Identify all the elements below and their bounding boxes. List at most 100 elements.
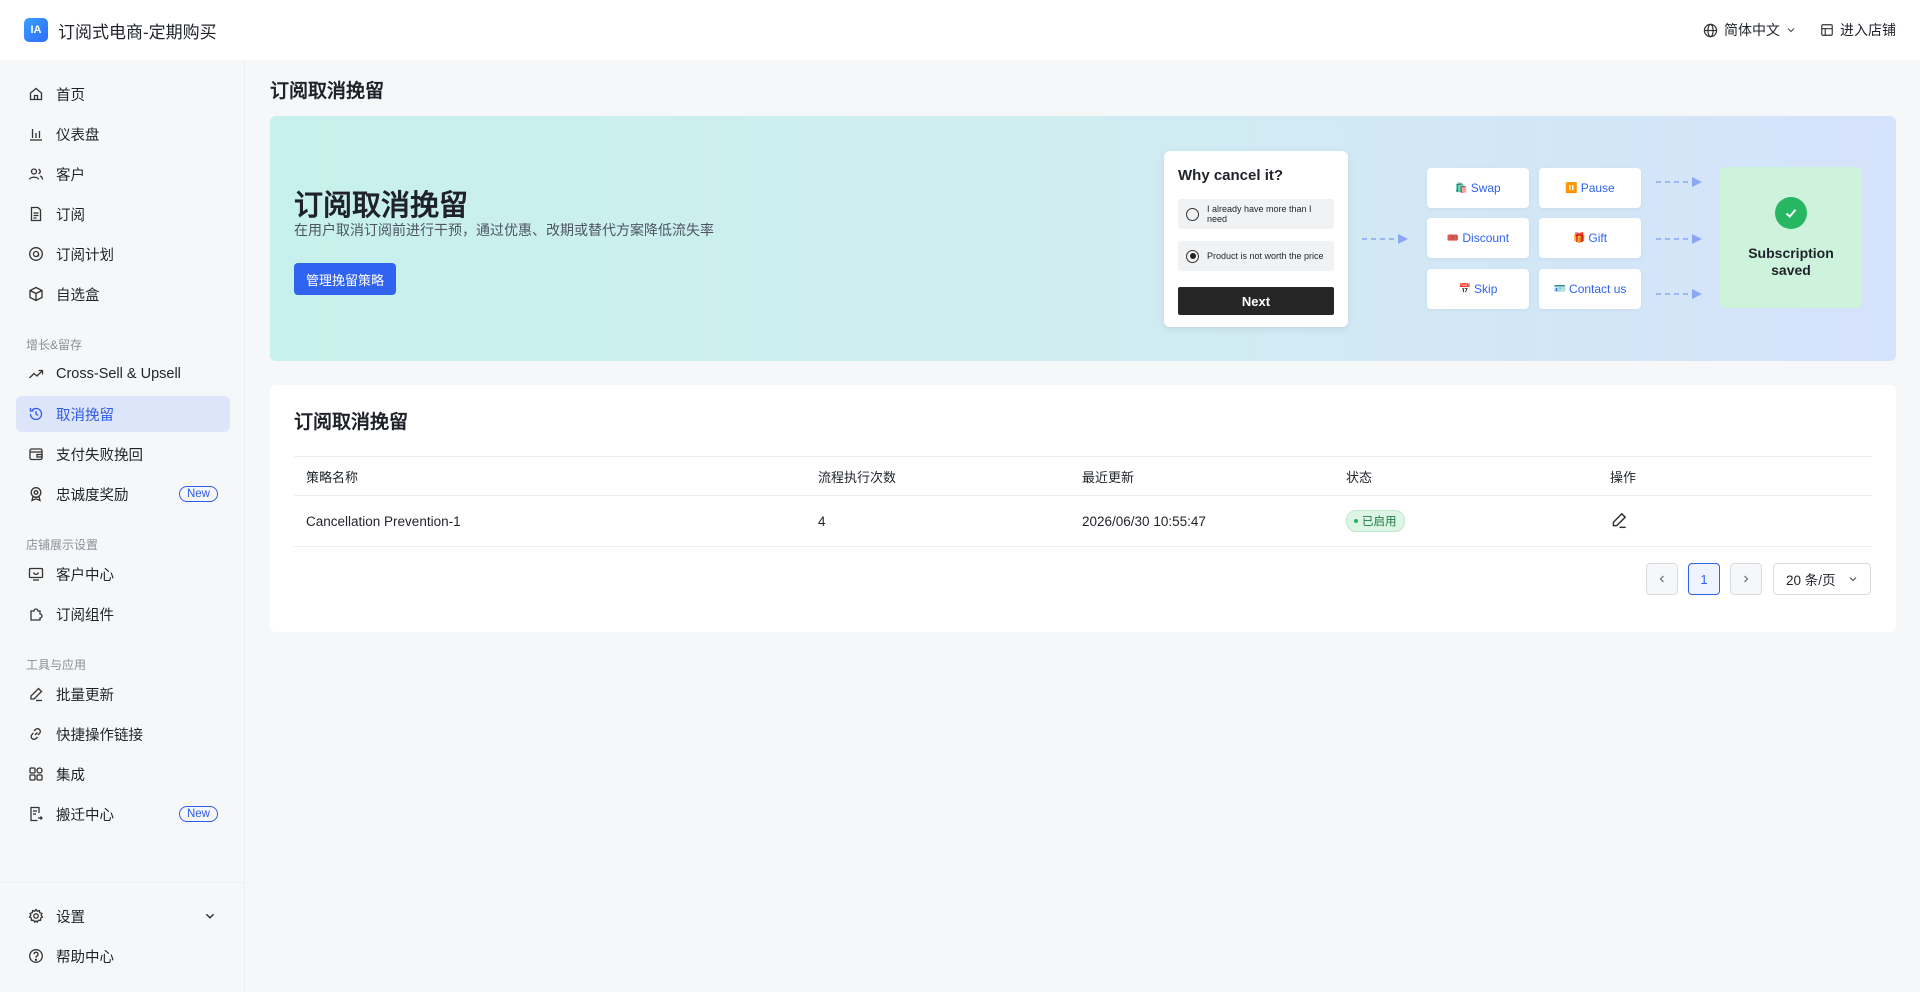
sidebar-item-integrations[interactable]: 集成	[16, 756, 230, 792]
survey-option: I already have more than I need	[1178, 199, 1334, 229]
sidebar-item-label: 集成	[56, 767, 85, 784]
option-label: Skip	[1474, 282, 1498, 296]
pagination: 1	[1646, 563, 1762, 595]
sidebar-item-label: 支付失败挽回	[56, 447, 143, 464]
strategy-name: Cancellation Prevention-1	[306, 513, 461, 529]
table-header: 策略名称 流程执行次数 最近更新 状态 操作	[294, 456, 1872, 496]
column-header: 操作	[1610, 469, 1637, 485]
sidebar-item-cross-sell[interactable]: Cross-Sell & Upsell	[16, 356, 230, 392]
migrate-icon	[30, 806, 43, 822]
sidebar-item-customer-center[interactable]: 客户中心	[16, 556, 230, 592]
option-discount: 🎟️ Discount	[1427, 218, 1529, 258]
table-row[interactable]: Cancellation Prevention-1 4 2026/06/30 1…	[294, 496, 1872, 547]
plan-icon	[29, 247, 43, 261]
option-label: Discount	[1462, 231, 1510, 245]
sidebar-item-customers[interactable]: 客户	[16, 156, 230, 192]
option-skip: 📅 Skip	[1427, 269, 1529, 309]
sidebar-item-subscriptions[interactable]: 订阅	[16, 196, 230, 232]
box-icon	[29, 286, 43, 302]
radio-icon	[1186, 207, 1199, 221]
sidebar-item-label: 订阅计划	[56, 247, 114, 264]
sidebar-item-label: 首页	[56, 87, 85, 104]
chevron-down-icon	[1849, 577, 1857, 582]
sidebar-item-label: 快捷操作链接	[56, 727, 143, 744]
sidebar-item-label: 取消挽留	[56, 407, 114, 424]
survey-illustration: Why cancel it? I already have more than …	[1164, 151, 1348, 327]
hero-subtitle: 在用户取消订阅前进行干预，通过优惠、改期或替代方案降低流失率	[294, 222, 714, 238]
sidebar-item-help[interactable]: 帮助中心	[16, 938, 230, 974]
page-title: 订阅取消挽留	[270, 81, 385, 102]
option-contact: 🪪 Contact us	[1539, 269, 1641, 309]
page-size-select[interactable]: 20 条/页	[1773, 563, 1871, 595]
arrow-icon	[1656, 177, 1702, 187]
survey-next-button: Next	[1178, 287, 1334, 315]
enter-store-label: 进入店铺	[1840, 22, 1896, 38]
bar-chart-icon	[30, 129, 42, 141]
radio-selected-icon	[1186, 249, 1199, 263]
language-selector[interactable]: 简体中文	[1703, 20, 1796, 40]
next-page-button[interactable]	[1730, 563, 1762, 595]
status-dot-icon	[1354, 519, 1358, 523]
sidebar-item-home[interactable]: 首页	[16, 76, 230, 112]
chevron-down-icon	[1787, 28, 1795, 33]
option-label: Swap	[1470, 181, 1501, 195]
edit-icon[interactable]	[1610, 511, 1628, 529]
status-badge: 已启用	[1346, 510, 1405, 532]
column-header: 状态	[1346, 469, 1373, 485]
ticket-icon: 🎟️	[1446, 232, 1460, 244]
page-number-button[interactable]: 1	[1688, 563, 1720, 595]
enter-store-link[interactable]: 进入店铺	[1820, 20, 1896, 40]
link-icon	[30, 728, 41, 740]
sidebar-item-label: 批量更新	[56, 687, 114, 704]
sidebar-item-label: 搬迁中心	[56, 807, 114, 824]
sidebar-item-label: Cross-Sell & Upsell	[56, 366, 181, 382]
option-label: Gift	[1588, 231, 1608, 245]
apps-icon	[29, 767, 43, 781]
award-icon	[30, 487, 42, 502]
sidebar-item-widgets[interactable]: 订阅组件	[16, 596, 230, 632]
sidebar: 首页 仪表盘 客户 订阅 订阅计划 自选盒 增长&留存 Cross-Sell &…	[0, 60, 245, 992]
column-header: 流程执行次数	[818, 469, 897, 485]
sidebar-item-payment-recovery[interactable]: 支付失败挽回	[16, 436, 230, 472]
sidebar-item-loyalty[interactable]: 忠诚度奖励 New	[16, 476, 230, 512]
subscription-saved-card: Subscription saved	[1720, 167, 1862, 308]
document-icon	[30, 206, 42, 222]
sidebar-item-label: 客户中心	[56, 567, 114, 584]
survey-option-label: I already have more than I need	[1207, 204, 1312, 224]
puzzle-icon	[30, 608, 43, 621]
app-logo: IA	[24, 18, 48, 42]
calendar-icon: 📅	[1458, 283, 1472, 295]
sidebar-item-label: 订阅组件	[56, 607, 114, 624]
sidebar-item-settings[interactable]: 设置	[16, 898, 230, 934]
globe-icon	[1703, 23, 1718, 37]
wallet-icon	[29, 448, 43, 461]
gear-icon	[28, 908, 44, 924]
panel-title: 订阅取消挽留	[294, 412, 409, 433]
prev-page-button[interactable]	[1646, 563, 1678, 595]
option-label: Pause	[1580, 181, 1615, 195]
sidebar-section-store: 店铺展示设置	[26, 538, 99, 552]
sidebar-item-boxes[interactable]: 自选盒	[16, 276, 230, 312]
sidebar-item-bulk-update[interactable]: 批量更新	[16, 676, 230, 712]
app-title: 订阅式电商-定期购买	[58, 22, 217, 42]
hero-title: 订阅取消挽留	[294, 190, 469, 222]
arrow-icon	[1362, 234, 1408, 244]
sidebar-item-dashboard[interactable]: 仪表盘	[16, 116, 230, 152]
sidebar-item-label: 忠诚度奖励	[56, 487, 129, 504]
last-updated: 2026/06/30 10:55:47	[1082, 513, 1206, 529]
sidebar-item-label: 订阅	[56, 207, 85, 224]
gift-icon: 🎁	[1572, 232, 1586, 244]
help-icon	[29, 949, 43, 963]
page-size-label: 20 条/页	[1786, 573, 1836, 588]
column-header: 策略名称	[306, 469, 359, 485]
chevron-right-icon	[1744, 575, 1749, 583]
option-gift: 🎁 Gift	[1539, 218, 1641, 258]
manage-strategy-button[interactable]: 管理挽留策略	[294, 263, 396, 295]
sidebar-item-plans[interactable]: 订阅计划	[16, 236, 230, 272]
sidebar-item-cancellation[interactable]: 取消挽留	[16, 396, 230, 432]
edit-icon	[30, 687, 43, 702]
sidebar-item-migration[interactable]: 搬迁中心 New	[16, 796, 230, 832]
sidebar-item-quick-links[interactable]: 快捷操作链接	[16, 716, 230, 752]
status-label: 已启用	[1362, 516, 1397, 528]
new-badge: New	[178, 806, 218, 822]
